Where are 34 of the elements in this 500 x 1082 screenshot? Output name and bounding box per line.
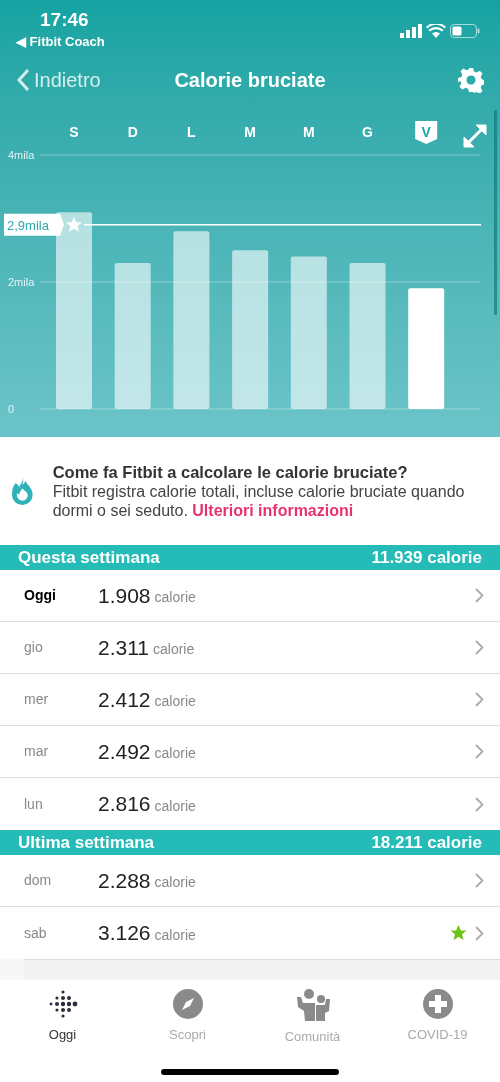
section-total: 11.939 calorie: [371, 546, 482, 569]
calorie-value: 2.492: [98, 738, 151, 765]
section-total: 18.211 calorie: [371, 831, 482, 854]
axis-tick-label: 2mila: [8, 276, 35, 288]
calorie-value: 3.126: [98, 920, 151, 947]
day-label: sab: [24, 923, 48, 943]
calorie-value: 2.288: [98, 867, 151, 894]
ref-line-label: 2,9mila: [7, 217, 50, 233]
calorie-value: 2.412: [98, 686, 151, 713]
calorie-unit: calorie: [154, 692, 196, 711]
section-title: Ultima settimana: [18, 831, 155, 854]
axis-tick-label: 4mila: [8, 149, 35, 161]
calorie-unit: calorie: [154, 796, 196, 816]
axis-tick-label: 0: [8, 403, 15, 415]
day-label: gio: [24, 638, 44, 657]
day-label: mar: [24, 742, 50, 761]
day-label: lun: [24, 794, 44, 814]
status-time: 17:46: [40, 8, 89, 32]
goal-label: 2,9mila: [4, 213, 64, 236]
info-text: Fitbit registra calorie totali, incluse calorie bruciate quando dormi o sei seduto. Ulteriori informazioni: [52, 481, 466, 520]
day-label: Oggi: [24, 586, 57, 605]
day-label: dom: [24, 871, 53, 890]
calorie-value: 1.908: [98, 582, 151, 609]
day-label: mer: [24, 690, 50, 709]
calorie-unit: calorie: [154, 744, 196, 763]
section-title: Questa settimana: [18, 546, 160, 569]
calorie-unit: calorie: [154, 925, 196, 945]
calorie-value: 2.816: [98, 791, 151, 818]
calorie-unit: calorie: [154, 588, 196, 607]
calorie-unit: calorie: [153, 640, 195, 659]
calorie-unit: calorie: [154, 873, 196, 892]
calorie-value: 2.311: [98, 634, 149, 661]
info-title: Come fa Fitbit a calcolare le calorie bruciate?: [52, 462, 409, 482]
page-title: Calorie bruciate: [174, 68, 326, 93]
